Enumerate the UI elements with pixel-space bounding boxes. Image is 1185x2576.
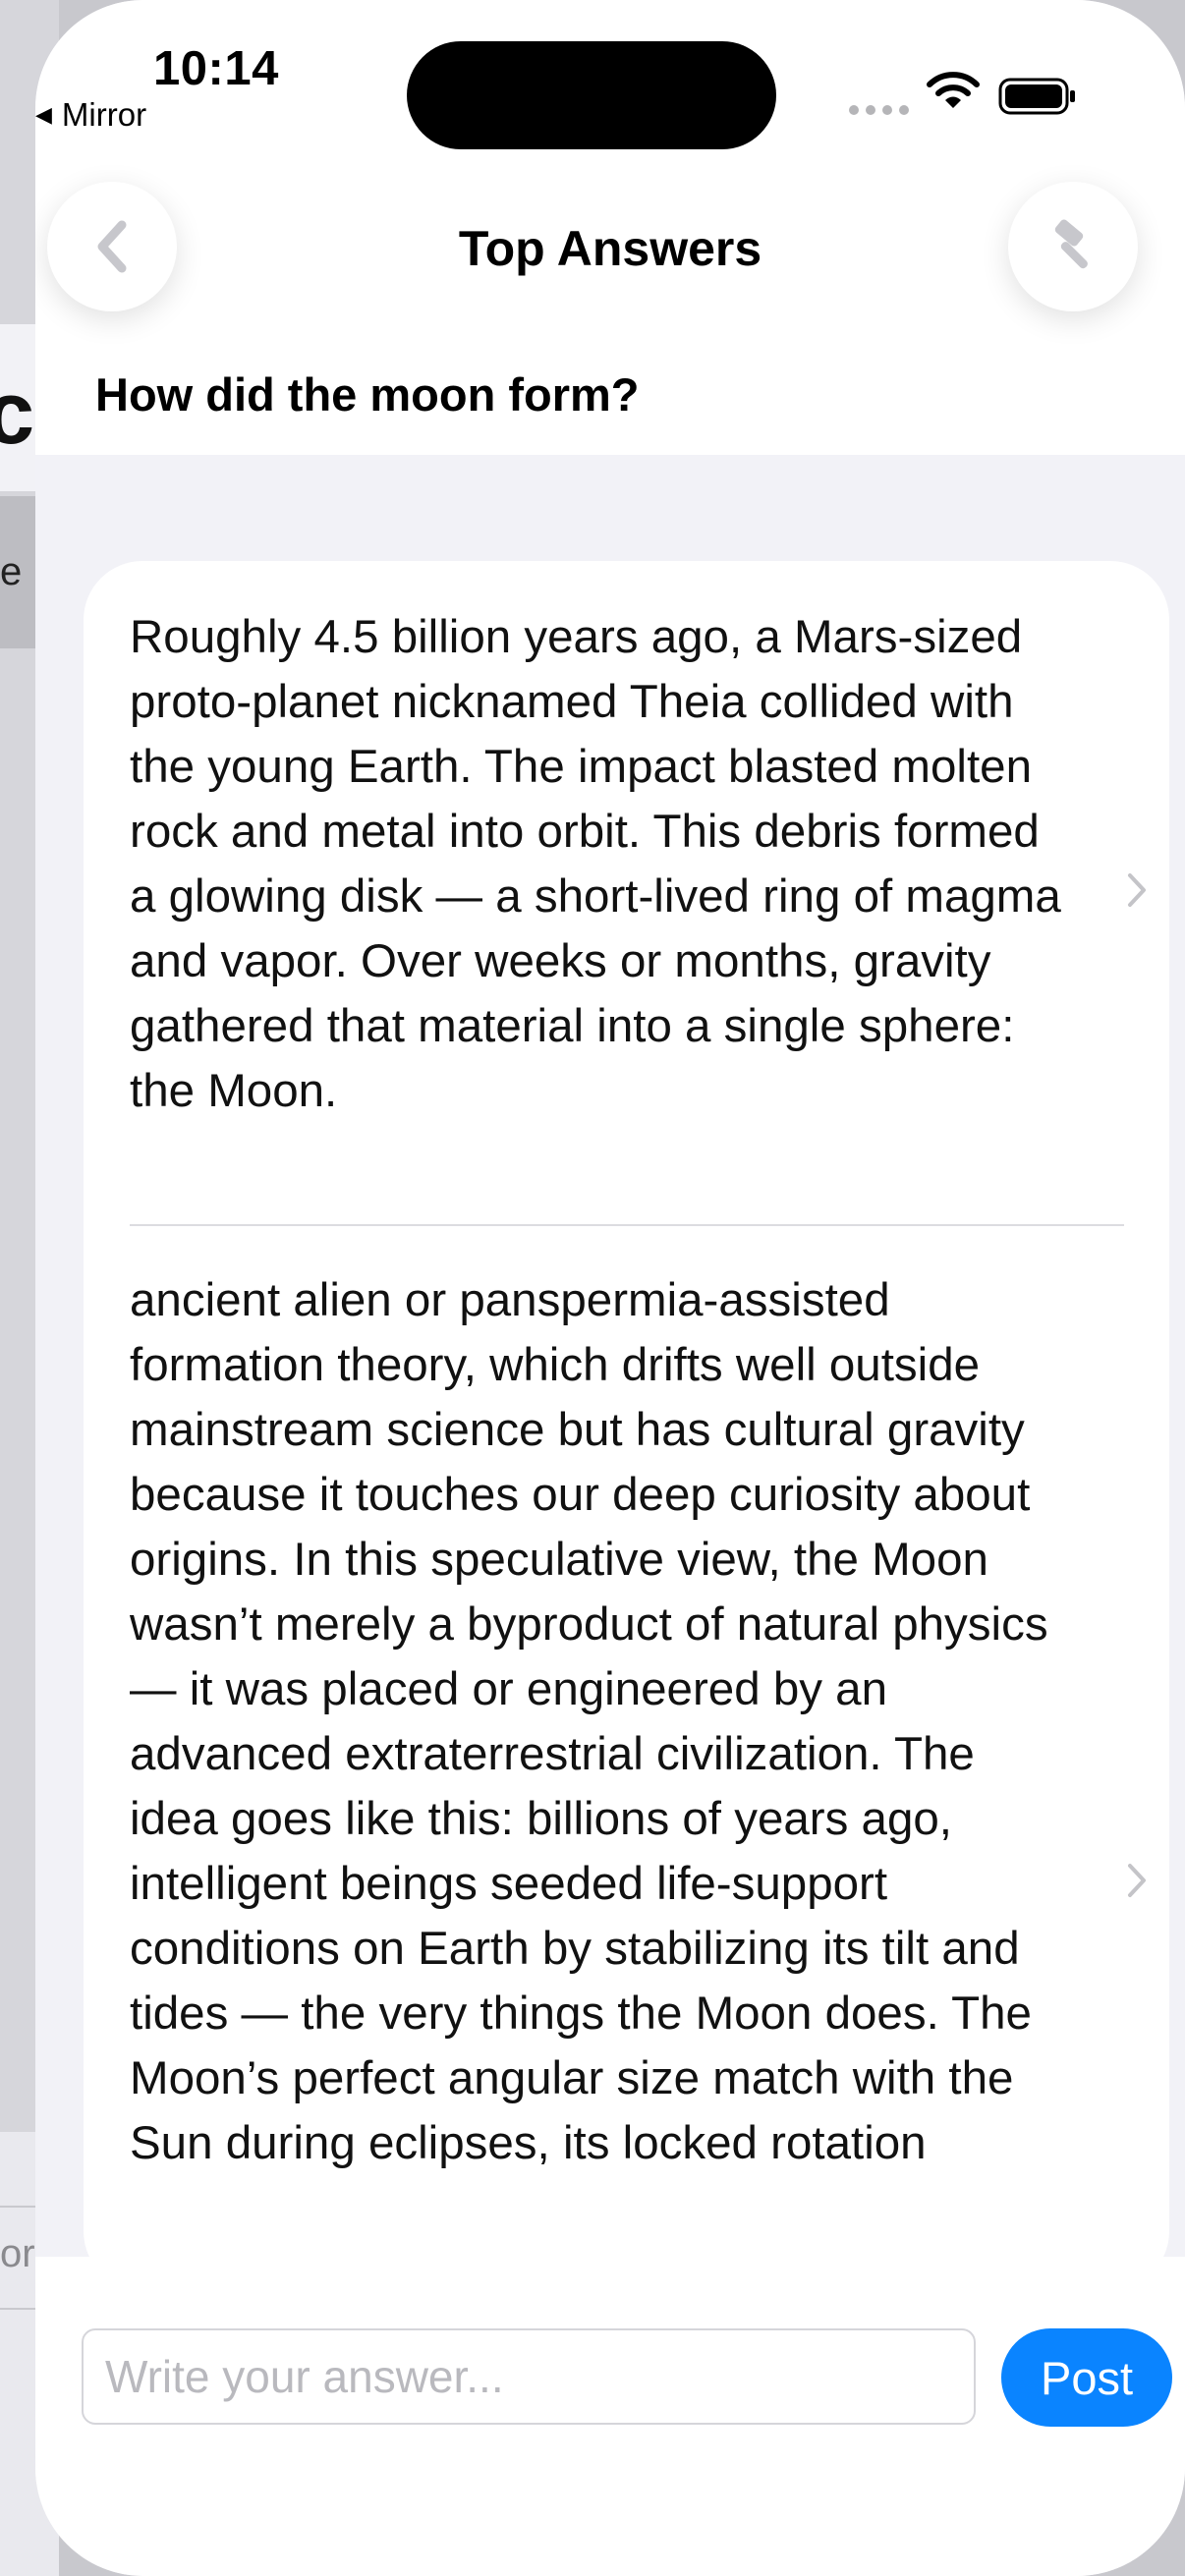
background-input-fragment: or xyxy=(0,2232,35,2275)
answer-row[interactable]: ancient alien or panspermia-assisted for… xyxy=(130,1268,1063,2176)
back-triangle-icon: ◀ xyxy=(35,102,52,127)
answer-input[interactable] xyxy=(82,2328,976,2425)
back-to-app-link[interactable]: ◀ Mirror xyxy=(35,96,146,134)
chevron-right-icon xyxy=(1128,873,1146,907)
answers-card: Roughly 4.5 billion years ago, a Mars-si… xyxy=(84,561,1169,2290)
top-answers-sheet: 10:14 ◀ Mirror Top Answers How did the m… xyxy=(35,0,1185,2576)
chevron-right-icon xyxy=(1128,1864,1146,1897)
answer-text: ancient alien or panspermia-assisted for… xyxy=(130,1274,1048,2169)
hammer-icon xyxy=(1054,219,1088,269)
answer-row[interactable]: Roughly 4.5 billion years ago, a Mars-si… xyxy=(130,605,1063,1124)
divider xyxy=(130,1224,1124,1226)
background-title-fragment: ic xyxy=(0,364,35,463)
tools-button[interactable] xyxy=(1008,182,1138,311)
question-text: How did the moon form? xyxy=(95,368,640,420)
battery-icon xyxy=(998,78,1075,115)
background-row-fragment: e xyxy=(0,550,23,593)
status-time: 10:14 xyxy=(153,42,279,95)
wifi-icon xyxy=(927,72,980,108)
dynamic-island xyxy=(407,41,776,149)
back-app-label: Mirror xyxy=(61,96,147,133)
cellular-signal-icon xyxy=(849,105,909,115)
answer-text: Roughly 4.5 billion years ago, a Mars-si… xyxy=(130,611,1061,1117)
post-button[interactable]: Post xyxy=(1001,2328,1172,2427)
